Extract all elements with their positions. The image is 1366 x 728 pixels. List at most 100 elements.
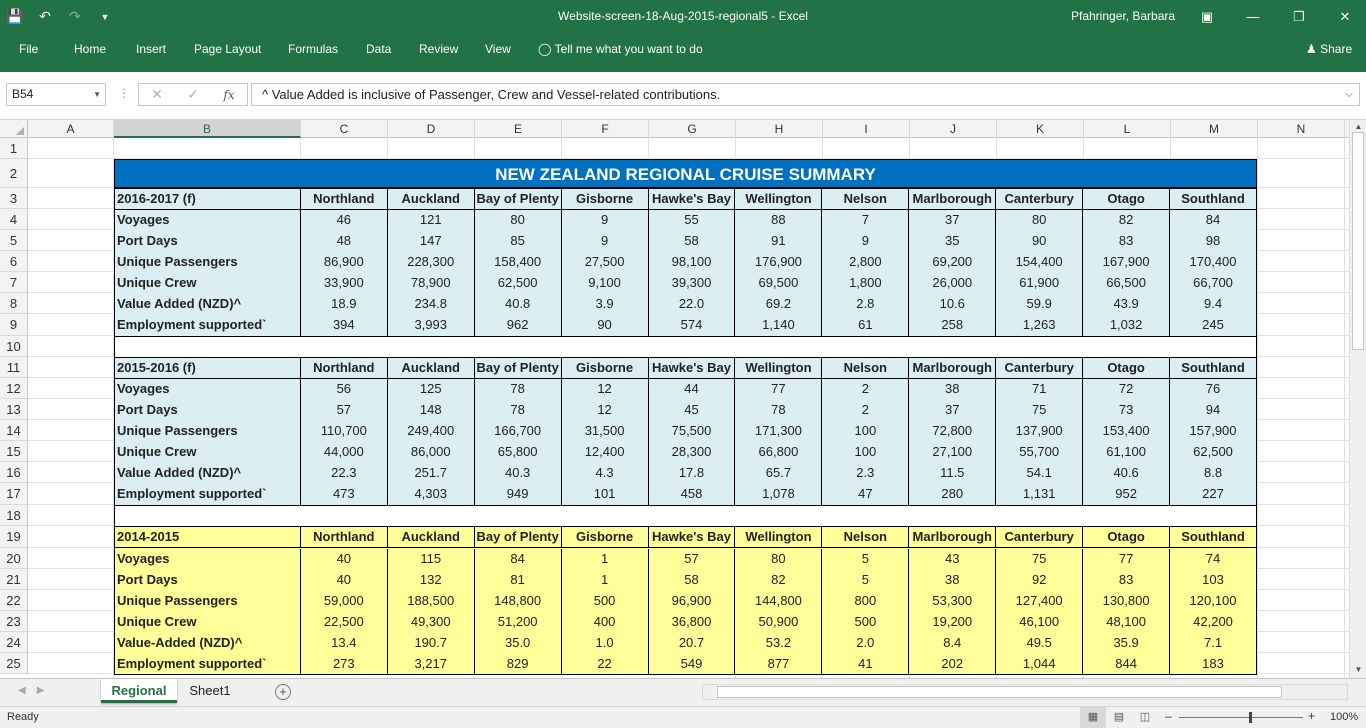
value-cell[interactable]: 12 <box>562 400 649 421</box>
worksheet-grid[interactable]: NEW ZEALAND REGIONAL CRUISE SUMMARY 2016… <box>28 138 1349 678</box>
value-cell[interactable]: 2 <box>822 400 910 421</box>
column-header[interactable]: J <box>910 120 997 138</box>
value-cell[interactable]: 9.4 <box>1170 294 1256 315</box>
value-cell[interactable]: 27,100 <box>909 442 997 463</box>
add-sheet-icon[interactable]: + <box>275 684 291 700</box>
value-cell[interactable]: 83 <box>1083 231 1171 252</box>
value-cell[interactable]: 55,700 <box>996 442 1084 463</box>
value-cell[interactable]: 94 <box>1170 400 1256 421</box>
value-cell[interactable]: 91 <box>735 231 823 252</box>
column-header[interactable]: A <box>28 120 114 138</box>
row-header[interactable]: 7 <box>0 272 28 293</box>
value-cell[interactable]: 35.9 <box>1083 633 1171 654</box>
formula-input[interactable]: ^ Value Added is inclusive of Passenger,… <box>251 83 1360 106</box>
region-header-cell[interactable]: Southland <box>1170 527 1256 548</box>
value-cell[interactable]: 46 <box>301 210 388 231</box>
region-header-cell[interactable]: Otago <box>1083 189 1171 210</box>
region-header-cell[interactable]: Canterbury <box>996 527 1084 548</box>
value-cell[interactable]: 43.9 <box>1083 294 1171 315</box>
region-header-cell[interactable]: Hawke's Bay <box>648 358 736 379</box>
value-cell[interactable]: 40 <box>301 570 388 591</box>
value-cell[interactable]: 31,500 <box>562 421 649 442</box>
value-cell[interactable]: 400 <box>562 612 649 633</box>
value-cell[interactable]: 62,500 <box>1170 442 1256 463</box>
value-cell[interactable]: 9 <box>822 231 910 252</box>
value-cell[interactable]: 1 <box>562 570 649 591</box>
value-cell[interactable]: 45 <box>649 400 736 421</box>
value-cell[interactable]: 61,900 <box>996 273 1084 294</box>
value-cell[interactable]: 73 <box>1083 400 1171 421</box>
value-cell[interactable]: 66,800 <box>735 442 823 463</box>
value-cell[interactable]: 148,800 <box>475 591 562 612</box>
region-header-cell[interactable]: Southland <box>1170 189 1256 210</box>
column-header[interactable]: D <box>388 120 475 138</box>
value-cell[interactable]: 9 <box>562 210 649 231</box>
metric-label-cell[interactable]: Value Added (NZD)^ <box>115 463 301 484</box>
metric-label-cell[interactable]: Employment supported` <box>115 484 301 505</box>
value-cell[interactable]: 57 <box>649 549 736 570</box>
value-cell[interactable]: 1,044 <box>996 654 1084 675</box>
value-cell[interactable]: 84 <box>475 549 562 570</box>
enter-check-icon[interactable]: ✓ <box>175 86 211 103</box>
cancel-icon[interactable]: ✕ <box>139 86 175 103</box>
row-header[interactable]: 2 <box>0 159 28 188</box>
value-cell[interactable]: 39,300 <box>649 273 736 294</box>
insert-function-icon[interactable]: fx <box>211 88 247 102</box>
region-header-cell[interactable]: Northland <box>300 358 388 379</box>
tab-view[interactable]: View <box>485 33 511 66</box>
value-cell[interactable]: 55 <box>649 210 736 231</box>
value-cell[interactable]: 273 <box>301 654 388 675</box>
row-header[interactable]: 21 <box>0 569 28 590</box>
restore-icon[interactable]: ❐ <box>1276 0 1322 33</box>
value-cell[interactable]: 103 <box>1170 570 1256 591</box>
value-cell[interactable]: 7 <box>822 210 910 231</box>
value-cell[interactable]: 473 <box>301 484 388 505</box>
column-header[interactable]: C <box>301 120 388 138</box>
value-cell[interactable]: 8.8 <box>1170 463 1256 484</box>
blank-separator-row[interactable] <box>114 336 1257 358</box>
metric-label-cell[interactable]: Voyages <box>115 210 301 231</box>
region-header-cell[interactable]: Canterbury <box>996 189 1084 210</box>
value-cell[interactable]: 100 <box>822 442 910 463</box>
value-cell[interactable]: 234.8 <box>388 294 475 315</box>
user-name[interactable]: Pfahringer, Barbara <box>1071 0 1175 33</box>
value-cell[interactable]: 75 <box>996 549 1084 570</box>
metric-label-cell[interactable]: Value-Added (NZD)^ <box>115 633 301 654</box>
value-cell[interactable]: 137,900 <box>996 421 1084 442</box>
close-icon[interactable]: ✕ <box>1322 0 1366 33</box>
row-header[interactable]: 20 <box>0 548 28 569</box>
region-header-cell[interactable]: Bay of Plenty <box>474 358 562 379</box>
tab-file[interactable]: File <box>19 33 38 66</box>
value-cell[interactable]: 120,100 <box>1170 591 1256 612</box>
row-header[interactable]: 12 <box>0 378 28 399</box>
value-cell[interactable]: 49.5 <box>996 633 1084 654</box>
region-header-cell[interactable]: Southland <box>1170 358 1256 379</box>
value-cell[interactable]: 877 <box>735 654 823 675</box>
row-header[interactable]: 13 <box>0 399 28 420</box>
value-cell[interactable]: 2.0 <box>822 633 910 654</box>
value-cell[interactable]: 2.8 <box>822 294 910 315</box>
value-cell[interactable]: 3,993 <box>388 315 475 336</box>
region-header-cell[interactable]: Nelson <box>822 189 910 210</box>
value-cell[interactable]: 22.3 <box>301 463 388 484</box>
value-cell[interactable]: 86,000 <box>388 442 475 463</box>
value-cell[interactable]: 188,500 <box>388 591 475 612</box>
metric-label-cell[interactable]: Employment supported` <box>115 654 301 675</box>
value-cell[interactable]: 147 <box>388 231 475 252</box>
value-cell[interactable]: 96,900 <box>649 591 736 612</box>
value-cell[interactable]: 144,800 <box>735 591 823 612</box>
value-cell[interactable]: 56 <box>301 379 388 400</box>
metric-label-cell[interactable]: Employment supported` <box>115 315 301 336</box>
value-cell[interactable]: 13.4 <box>301 633 388 654</box>
value-cell[interactable]: 1,140 <box>735 315 823 336</box>
value-cell[interactable]: 78 <box>475 379 562 400</box>
value-cell[interactable]: 110,700 <box>301 421 388 442</box>
region-header-cell[interactable]: Marlborough <box>909 527 997 548</box>
value-cell[interactable]: 62,500 <box>475 273 562 294</box>
column-header[interactable]: E <box>475 120 562 138</box>
value-cell[interactable]: 949 <box>475 484 562 505</box>
row-header[interactable]: 17 <box>0 483 28 505</box>
region-header-cell[interactable]: Northland <box>300 527 388 548</box>
value-cell[interactable]: 176,900 <box>735 252 823 273</box>
row-header[interactable]: 18 <box>0 505 28 526</box>
